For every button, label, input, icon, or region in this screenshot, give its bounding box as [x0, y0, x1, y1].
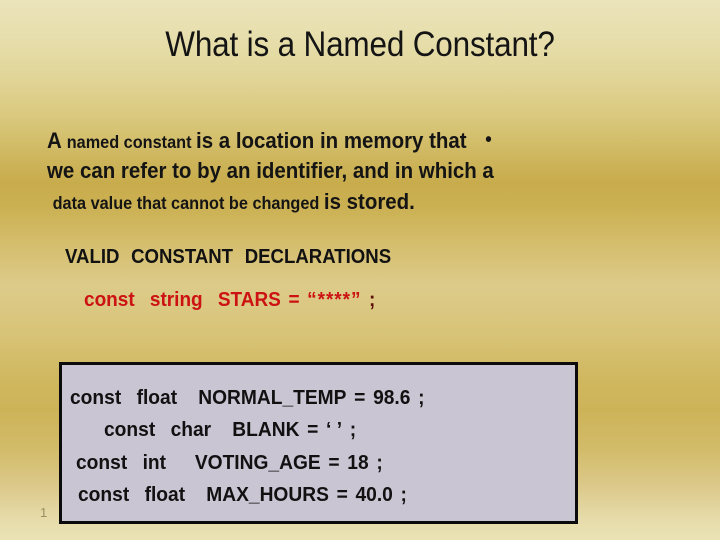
body-line3-part2: is: [323, 189, 347, 214]
code-1-terminator: ;: [349, 419, 357, 441]
code-3-identifier: MAX_HOURS: [206, 484, 329, 506]
code-3-type: float: [144, 484, 186, 506]
body-line1-part3: is a: [196, 128, 236, 153]
sample-identifier: STARS: [217, 289, 281, 311]
code-1-type: char: [170, 419, 212, 441]
code-2-terminator: ;: [376, 452, 383, 474]
code-3-terminator: ;: [400, 484, 407, 506]
body-line1-part1: A: [47, 128, 67, 153]
body-line3-part3: stored.: [346, 189, 415, 214]
code-0-keyword: const: [70, 387, 122, 409]
code-declarations-box: const float NORMAL_TEMP = 98.6; const char BLA…: [59, 362, 578, 524]
page-title: What is a Named Constant?: [165, 25, 555, 64]
sample-terminator: ;: [369, 289, 376, 311]
body-line3-part1: data value that cannot be changed: [52, 193, 324, 213]
code-1-equals: =: [307, 419, 319, 441]
sample-equals: =: [288, 289, 300, 311]
body-paragraph: A named constant is a location in memory…: [47, 130, 647, 221]
code-1-keyword: const: [104, 419, 156, 441]
body-line1-part4: location in memory that: [235, 128, 467, 153]
code-2-type: int: [142, 452, 167, 474]
sample-type: string: [149, 289, 203, 311]
sample-declaration-red: const string STARS = “****”;: [84, 289, 375, 312]
code-2-identifier: VOTING_AGE: [194, 452, 321, 474]
code-0-type: float: [136, 387, 178, 409]
code-line-voting-age: const int VOTING_AGE = 18;: [76, 452, 383, 475]
code-line-blank: const char BLANK = ‘ ’;: [104, 419, 356, 442]
code-2-equals: =: [328, 452, 340, 474]
code-line-normal-temp: const float NORMAL_TEMP = 98.6;: [70, 387, 425, 410]
code-3-equals: =: [336, 484, 348, 506]
code-2-value: 18: [347, 452, 369, 474]
code-3-keyword: const: [78, 484, 130, 506]
body-line1-part2: named constant: [66, 132, 197, 152]
sample-keyword: const: [84, 289, 135, 311]
valid-declarations-heading: VALID CONSTANT DECLARATIONS: [65, 246, 392, 268]
code-line-max-hours: const float MAX_HOURS = 40.0;: [78, 484, 407, 507]
code-0-value: 98.6: [373, 387, 411, 409]
body-line2-text: we can refer to by an identifier, and in…: [47, 158, 494, 183]
code-0-terminator: ;: [418, 387, 425, 409]
code-1-identifier: BLANK: [232, 419, 300, 441]
body-line-2: we can refer to by an identifier, and in…: [47, 160, 605, 191]
body-line-3: data value that cannot be changed is sto…: [47, 191, 605, 221]
bullet-icon: •: [485, 129, 492, 151]
sample-value: “****”: [307, 289, 362, 311]
page-number: 1: [40, 505, 48, 520]
code-2-keyword: const: [76, 452, 128, 474]
code-1-value: ‘ ’: [326, 419, 343, 441]
code-0-identifier: NORMAL_TEMP: [198, 387, 347, 409]
slide-canvas: What is a Named Constant? A named consta…: [0, 0, 720, 540]
code-0-equals: =: [354, 387, 366, 409]
body-line-1: A named constant is a location in memory…: [47, 130, 605, 160]
code-3-value: 40.0: [355, 484, 393, 506]
